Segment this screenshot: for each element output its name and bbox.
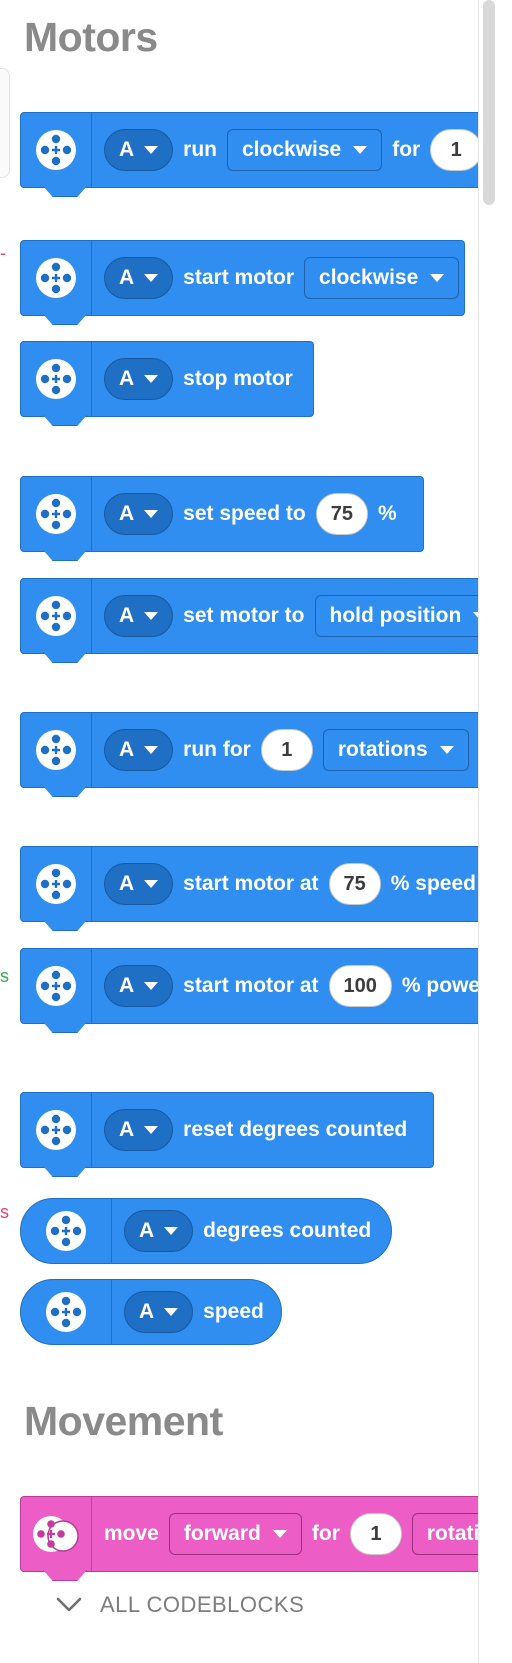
motor-hub-icon bbox=[21, 477, 92, 551]
block-speed[interactable]: A speed bbox=[20, 1279, 282, 1345]
stop-mode-dropdown[interactable]: hold position bbox=[314, 595, 478, 637]
port-dropdown[interactable]: A bbox=[104, 493, 174, 535]
caret-icon bbox=[144, 746, 159, 754]
port-dropdown[interactable]: A bbox=[104, 595, 174, 637]
block-move[interactable]: move forward for 1 rotations bbox=[20, 1496, 478, 1572]
section-title-movement: Movement bbox=[24, 1398, 223, 1444]
block-set-speed[interactable]: A set speed to 75 % bbox=[20, 476, 424, 552]
direction-dropdown[interactable]: clockwise bbox=[304, 257, 460, 299]
amount-input[interactable]: 1 bbox=[430, 129, 478, 171]
block-label: speed bbox=[203, 1300, 264, 1323]
block-label: start motor at bbox=[183, 872, 319, 895]
block-label: % speed bbox=[390, 872, 476, 895]
codeblock-palette: Motors A run clockwise for 1 A start mot… bbox=[0, 0, 478, 1663]
block-label: for bbox=[311, 1522, 340, 1545]
block-label: move bbox=[104, 1522, 159, 1545]
amount-input[interactable]: 1 bbox=[260, 729, 313, 771]
movement-icon bbox=[21, 1497, 92, 1571]
port-dropdown[interactable]: A bbox=[104, 965, 174, 1007]
all-codeblocks-toggle[interactable]: ALL CODEBLOCKS bbox=[56, 1592, 304, 1618]
motor-hub-icon bbox=[21, 1199, 112, 1263]
power-input[interactable]: 100 bbox=[328, 965, 392, 1007]
port-dropdown[interactable]: A bbox=[104, 1109, 174, 1151]
scrollbar-thumb[interactable] bbox=[483, 0, 495, 205]
motor-hub-icon bbox=[21, 113, 92, 187]
block-label: reset degrees counted bbox=[183, 1118, 408, 1141]
caret-icon bbox=[144, 146, 159, 154]
block-label: for bbox=[392, 138, 421, 161]
caret-icon bbox=[164, 1227, 179, 1235]
amount-input[interactable]: 1 bbox=[349, 1513, 402, 1555]
chevron-down-icon bbox=[56, 1597, 82, 1612]
caret-icon bbox=[353, 146, 368, 154]
motor-hub-icon bbox=[21, 847, 92, 921]
port-dropdown[interactable]: A bbox=[104, 358, 174, 400]
caret-icon bbox=[439, 746, 454, 754]
caret-icon bbox=[144, 880, 159, 888]
all-codeblocks-label: ALL CODEBLOCKS bbox=[100, 1592, 305, 1617]
block-label: degrees counted bbox=[203, 1219, 372, 1242]
block-label: set speed to bbox=[183, 502, 306, 525]
block-label: start motor at bbox=[183, 974, 319, 997]
motor-hub-icon bbox=[21, 1280, 112, 1344]
port-dropdown[interactable]: A bbox=[104, 729, 174, 771]
block-label: set motor to bbox=[183, 604, 305, 627]
block-label: start motor bbox=[183, 266, 295, 289]
block-set-motor[interactable]: A set motor to hold position bbox=[20, 578, 478, 654]
port-dropdown[interactable]: A bbox=[104, 129, 174, 171]
block-label: run bbox=[183, 138, 217, 161]
motor-hub-icon bbox=[21, 949, 92, 1023]
caret-icon bbox=[144, 274, 159, 282]
caret-icon bbox=[144, 982, 159, 990]
unit-dropdown[interactable]: rotations bbox=[322, 729, 469, 771]
caret-icon bbox=[430, 274, 445, 282]
caret-icon bbox=[164, 1308, 179, 1316]
caret-icon bbox=[144, 1126, 159, 1134]
block-label: stop motor bbox=[183, 367, 293, 390]
block-stop-motor[interactable]: A stop motor bbox=[20, 341, 314, 417]
unit-dropdown[interactable]: rotations bbox=[411, 1513, 478, 1555]
port-dropdown[interactable]: A bbox=[104, 257, 174, 299]
direction-dropdown[interactable]: clockwise bbox=[227, 129, 383, 171]
speed-input[interactable]: 75 bbox=[328, 863, 381, 905]
scrollbar-track[interactable] bbox=[478, 0, 512, 1663]
block-label: % power bbox=[401, 974, 478, 997]
caret-icon bbox=[272, 1530, 287, 1538]
port-dropdown[interactable]: A bbox=[124, 1210, 194, 1252]
caret-icon bbox=[144, 375, 159, 383]
section-title-motors: Motors bbox=[24, 14, 158, 60]
motor-hub-icon bbox=[21, 579, 92, 653]
port-dropdown[interactable]: A bbox=[124, 1291, 194, 1333]
block-reset-degrees[interactable]: A reset degrees counted bbox=[20, 1092, 434, 1168]
block-run-direction[interactable]: A run clockwise for 1 bbox=[20, 112, 478, 188]
unit-label: % bbox=[377, 502, 397, 525]
block-start-motor-power[interactable]: A start motor at 100 % power bbox=[20, 948, 478, 1024]
speed-input[interactable]: 75 bbox=[315, 493, 368, 535]
caret-icon bbox=[144, 612, 159, 620]
motor-hub-icon bbox=[21, 1093, 92, 1167]
block-start-motor-speed[interactable]: A start motor at 75 % speed bbox=[20, 846, 478, 922]
motor-hub-icon bbox=[21, 241, 92, 315]
block-label: run for bbox=[183, 738, 251, 761]
port-dropdown[interactable]: A bbox=[104, 863, 174, 905]
block-run-for[interactable]: A run for 1 rotations a bbox=[20, 712, 478, 788]
motor-hub-icon bbox=[21, 713, 92, 787]
block-degrees-counted[interactable]: A degrees counted bbox=[20, 1198, 392, 1264]
block-start-motor[interactable]: A start motor clockwise bbox=[20, 240, 465, 316]
direction-dropdown[interactable]: forward bbox=[168, 1513, 302, 1555]
caret-icon bbox=[144, 510, 159, 518]
motor-hub-icon bbox=[21, 342, 92, 416]
